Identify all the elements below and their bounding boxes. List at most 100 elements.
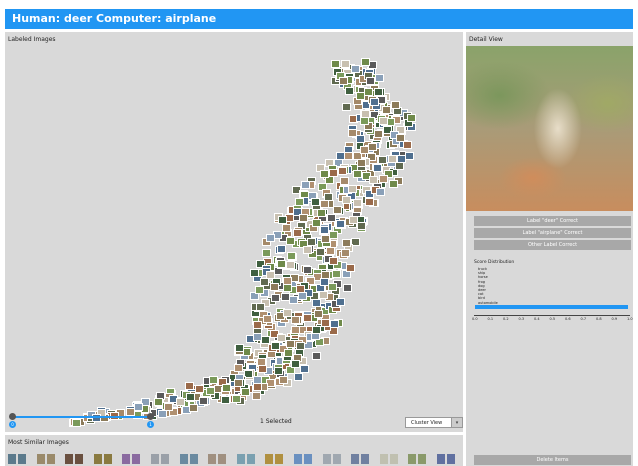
image-thumbnail[interactable] — [365, 198, 375, 207]
image-thumbnail[interactable] — [185, 382, 195, 391]
image-thumbnail[interactable] — [341, 239, 351, 248]
image-thumbnail[interactable] — [291, 326, 301, 335]
image-thumbnail[interactable] — [276, 244, 286, 253]
image-thumbnail[interactable] — [360, 117, 370, 126]
image-thumbnail[interactable] — [251, 391, 261, 400]
label-airplane-correct-button[interactable]: Label "airplane" Correct — [474, 228, 631, 238]
image-thumbnail[interactable] — [318, 291, 328, 300]
image-thumbnail[interactable] — [276, 260, 286, 269]
similar-image-thumbnail[interactable] — [437, 454, 455, 464]
image-thumbnail[interactable] — [345, 87, 355, 96]
image-thumbnail[interactable] — [328, 282, 338, 291]
image-thumbnail[interactable] — [312, 218, 322, 227]
image-thumbnail[interactable] — [378, 116, 388, 125]
image-thumbnail[interactable] — [255, 303, 265, 312]
image-thumbnail[interactable] — [402, 141, 412, 150]
slider-handle-max[interactable]: 1 — [147, 421, 154, 428]
image-thumbnail[interactable] — [234, 378, 244, 387]
image-thumbnail[interactable] — [287, 251, 297, 260]
image-thumbnail[interactable] — [284, 348, 294, 357]
image-thumbnail[interactable] — [240, 387, 250, 396]
delete-items-button[interactable]: Delete Items — [474, 455, 631, 465]
image-thumbnail[interactable] — [369, 98, 379, 107]
image-thumbnail[interactable] — [303, 246, 313, 255]
image-thumbnail[interactable] — [321, 234, 331, 243]
image-thumbnail[interactable] — [71, 418, 81, 427]
image-thumbnail[interactable] — [397, 155, 407, 164]
image-thumbnail[interactable] — [293, 373, 303, 382]
image-thumbnail[interactable] — [232, 395, 242, 404]
similar-image-thumbnail[interactable] — [93, 454, 112, 464]
image-thumbnail[interactable] — [376, 188, 386, 197]
image-thumbnail[interactable] — [335, 219, 345, 228]
image-thumbnail[interactable] — [281, 223, 291, 232]
image-thumbnail[interactable] — [278, 376, 288, 385]
similar-image-thumbnail[interactable] — [179, 454, 198, 464]
image-thumbnail[interactable] — [312, 351, 322, 360]
slider-handle-left-top[interactable] — [9, 413, 16, 420]
image-thumbnail[interactable] — [270, 282, 280, 291]
image-thumbnail[interactable] — [350, 65, 360, 74]
image-thumbnail[interactable] — [388, 179, 398, 188]
similar-image-thumbnail[interactable] — [122, 454, 141, 464]
view-mode-select[interactable]: Cluster View — [405, 417, 452, 428]
image-thumbnail[interactable] — [319, 226, 329, 235]
image-thumbnail[interactable] — [195, 385, 204, 394]
image-thumbnail[interactable] — [286, 340, 296, 349]
image-thumbnail[interactable] — [349, 216, 359, 225]
image-thumbnail[interactable] — [312, 326, 322, 335]
similar-image-thumbnail[interactable] — [265, 454, 284, 464]
image-thumbnail[interactable] — [355, 92, 365, 101]
image-thumbnail[interactable] — [364, 87, 374, 96]
image-thumbnail[interactable] — [244, 370, 254, 379]
image-thumbnail[interactable] — [374, 129, 384, 138]
image-thumbnail[interactable] — [338, 77, 348, 86]
image-thumbnail[interactable] — [320, 170, 330, 179]
image-thumbnail[interactable] — [374, 74, 384, 83]
image-thumbnail[interactable] — [330, 60, 340, 69]
image-thumbnail[interactable] — [154, 397, 164, 406]
similar-image-thumbnail[interactable] — [351, 454, 370, 464]
image-thumbnail[interactable] — [390, 100, 400, 109]
image-thumbnail[interactable] — [331, 269, 341, 278]
chevron-down-icon[interactable]: ▾ — [451, 417, 463, 428]
image-thumbnail[interactable] — [186, 393, 196, 402]
image-thumbnail[interactable] — [266, 234, 276, 243]
similar-image-thumbnail[interactable] — [36, 454, 55, 464]
similar-image-thumbnail[interactable] — [65, 454, 84, 464]
image-thumbnail[interactable] — [320, 318, 330, 327]
image-thumbnail[interactable] — [258, 365, 268, 374]
image-thumbnail[interactable] — [407, 113, 417, 122]
image-thumbnail[interactable] — [235, 344, 245, 353]
image-thumbnail[interactable] — [263, 315, 273, 324]
image-thumbnail[interactable] — [343, 151, 353, 160]
image-thumbnail[interactable] — [311, 299, 321, 308]
image-thumbnail[interactable] — [373, 163, 383, 172]
image-thumbnail[interactable] — [176, 398, 186, 407]
image-thumbnail[interactable] — [221, 384, 231, 393]
other-label-correct-button[interactable]: Other Label Correct — [474, 240, 631, 250]
similar-image-thumbnail[interactable] — [294, 454, 312, 464]
image-thumbnail[interactable] — [353, 169, 363, 178]
slider-handle-min[interactable]: 0 — [9, 421, 16, 428]
image-thumbnail[interactable] — [360, 58, 370, 67]
image-thumbnail[interactable] — [134, 403, 144, 412]
image-thumbnail[interactable] — [261, 336, 271, 344]
image-thumbnail[interactable] — [368, 60, 378, 69]
image-thumbnail[interactable] — [310, 197, 320, 206]
image-thumbnail[interactable] — [360, 109, 370, 118]
image-thumbnail[interactable] — [320, 270, 330, 279]
image-thumbnail[interactable] — [341, 248, 351, 257]
image-thumbnail[interactable] — [373, 87, 383, 96]
image-thumbnail[interactable] — [288, 295, 298, 304]
image-thumbnail[interactable] — [297, 292, 307, 301]
image-thumbnail[interactable] — [330, 320, 340, 329]
image-thumbnail[interactable] — [356, 158, 366, 167]
similar-image-thumbnail[interactable] — [236, 454, 255, 464]
image-thumbnail[interactable] — [342, 102, 352, 111]
image-thumbnail[interactable] — [298, 213, 308, 222]
image-thumbnail[interactable] — [233, 363, 243, 372]
image-thumbnail[interactable] — [348, 184, 358, 193]
image-thumbnail[interactable] — [338, 167, 348, 176]
similar-image-thumbnail[interactable] — [8, 454, 26, 464]
